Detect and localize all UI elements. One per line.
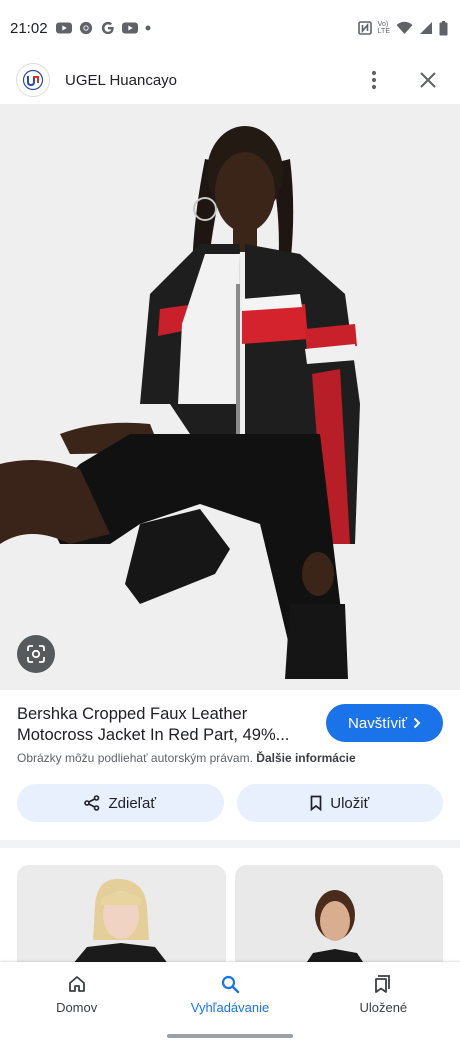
dot-icon (145, 25, 151, 31)
notification-icons (55, 21, 152, 35)
close-icon (420, 72, 436, 88)
lens-button[interactable] (17, 635, 55, 673)
header-actions (358, 64, 444, 96)
nav-label-home: Domov (56, 999, 98, 1015)
product-title[interactable]: Bershka Cropped Faux Leather Motocross J… (17, 704, 312, 746)
more-options-button[interactable] (358, 64, 390, 96)
nav-item-search[interactable]: Vyhľadávanie (153, 962, 306, 1026)
youtube-icon (55, 22, 72, 34)
volte-line2: LTE (377, 28, 390, 35)
more-vert-icon (371, 70, 377, 90)
gesture-bar[interactable] (167, 1034, 293, 1038)
visit-button[interactable]: Navštíviť (326, 704, 443, 742)
signal-icon (420, 22, 432, 34)
chevron-right-icon (413, 717, 421, 729)
google-icon (101, 21, 114, 35)
chrome-icon (79, 21, 92, 35)
related-image-card[interactable] (234, 865, 443, 965)
share-icon (84, 795, 100, 811)
nav-label-saved: Uložené (359, 999, 408, 1015)
battery-icon (439, 20, 448, 35)
system-icons: Vo) LTE (357, 20, 448, 36)
bottom-navigation: Domov Vyhľadávanie Uložené (0, 962, 460, 1048)
product-photo (0, 104, 460, 690)
home-icon (68, 975, 85, 992)
site-title: UGEL Huancayo (65, 71, 178, 89)
volte-icon: Vo) LTE (378, 21, 390, 35)
close-button[interactable] (412, 64, 444, 96)
nav-item-saved[interactable]: Uložené (307, 962, 460, 1026)
nfc-icon (357, 21, 372, 35)
site-favicon (16, 63, 50, 97)
product-image[interactable] (0, 104, 460, 690)
product-info: Bershka Cropped Faux Leather Motocross J… (0, 690, 460, 840)
copyright-notice: Obrázky môžu podliehať autorským právam.… (17, 751, 356, 765)
action-row: Zdieľať Uložiť (17, 784, 443, 822)
save-label: Uložiť (330, 794, 370, 812)
save-button[interactable]: Uložiť (236, 784, 443, 822)
related-image-card[interactable] (17, 865, 226, 965)
more-info-link[interactable]: Ďalšie informácie (256, 751, 355, 765)
status-time: 21:02 (10, 19, 48, 37)
youtube-icon (121, 22, 138, 34)
google-lens-icon (27, 645, 45, 663)
copyright-text: Obrázky môžu podliehať autorským právam. (17, 751, 253, 765)
share-button[interactable]: Zdieľať (17, 784, 224, 822)
search-icon (221, 975, 240, 993)
related-photo (17, 865, 226, 965)
collections-icon (375, 974, 391, 993)
nav-item-home[interactable]: Domov (0, 962, 153, 1026)
volte-line1: Vo) (377, 21, 389, 28)
wifi-icon (396, 21, 413, 34)
title-row: Bershka Cropped Faux Leather Motocross J… (17, 704, 443, 746)
nav-label-search: Vyhľadávanie (190, 999, 270, 1015)
ugel-logo-icon (22, 69, 44, 91)
bookmark-icon (310, 795, 322, 811)
related-photo (234, 865, 443, 965)
app-header: UGEL Huancayo (0, 56, 460, 104)
visit-label: Navštíviť (348, 714, 407, 732)
related-images (17, 865, 443, 965)
share-label: Zdieľať (108, 794, 157, 812)
status-bar: 21:02 Vo) LTE (0, 0, 460, 56)
section-divider (0, 840, 460, 848)
